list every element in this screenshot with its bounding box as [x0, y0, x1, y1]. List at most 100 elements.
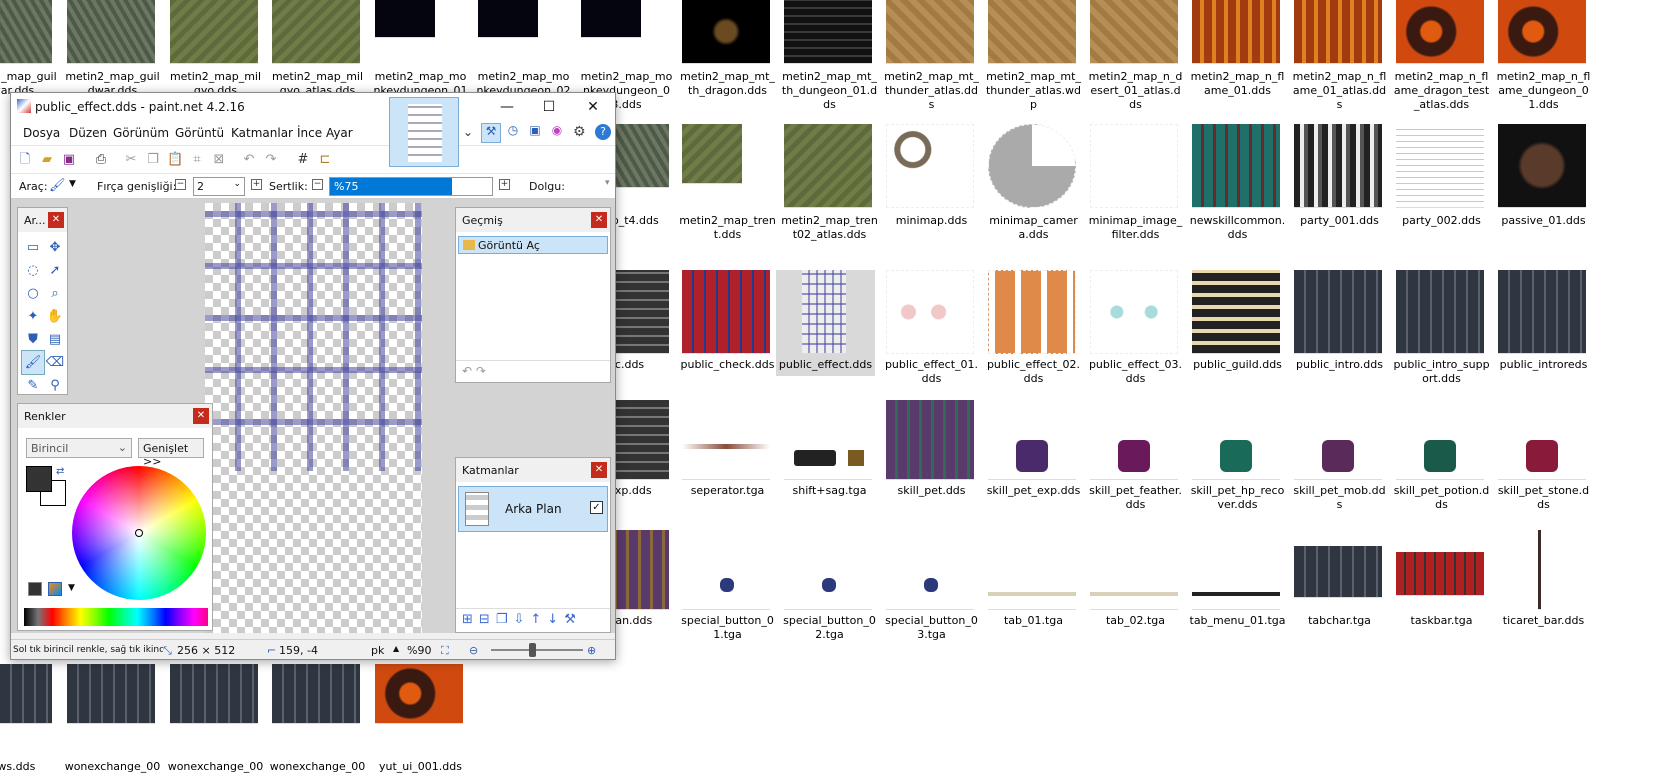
file-tile[interactable]: passive_01.dds — [1494, 124, 1593, 250]
menu-file[interactable]: Dosya — [23, 126, 60, 140]
merge-layer-icon[interactable]: ⇩ — [513, 612, 530, 627]
history-panel-header[interactable]: Geçmiş ✕ — [456, 208, 610, 232]
file-tile[interactable]: minimap_image_filter.dds — [1086, 124, 1185, 250]
file-tile[interactable]: skill_pet_stone.dds — [1494, 400, 1593, 511]
gear-icon[interactable]: ⚙ — [573, 124, 586, 140]
file-tile[interactable]: metin2_map_monkeydungeon_01 — [371, 0, 470, 97]
file-tile[interactable]: tab_01.tga — [984, 530, 1083, 634]
chevron-down-icon[interactable]: ▼ — [69, 179, 76, 189]
color-mode-select[interactable]: Birincil ⌄ — [26, 438, 132, 458]
file-tile[interactable]: party_001.dds — [1290, 124, 1389, 250]
grid-icon[interactable]: # — [295, 152, 311, 168]
file-tile[interactable]: taskbar.tga — [1392, 530, 1491, 634]
file-tile[interactable]: newskillcommon.dds — [1188, 124, 1287, 250]
file-tile[interactable]: metin2_map_milgyo_atlas.dds — [268, 0, 367, 97]
image-tab-thumbnail[interactable] — [389, 97, 459, 167]
file-tile[interactable]: tab_02.tga — [1086, 530, 1185, 634]
history-toggle-icon[interactable]: ◷ — [503, 123, 523, 143]
file-tile[interactable]: skill_pet_exp.dds — [984, 400, 1083, 510]
file-tile[interactable]: metin2_map_mt_thunder_atlas.dds — [882, 0, 981, 118]
menu-layers[interactable]: Katmanlar — [231, 126, 293, 140]
zoom-out-icon[interactable]: ⊖ — [469, 644, 478, 657]
tools-toggle-icon[interactable]: ⚒ — [481, 123, 501, 143]
close-button[interactable]: ✕ — [573, 95, 613, 119]
hardness-slider[interactable]: %75 — [329, 177, 493, 196]
zoom-icon[interactable]: ⌕ — [44, 282, 66, 305]
palette-icon[interactable] — [48, 582, 62, 596]
ruler-icon[interactable]: ⊏ — [317, 152, 333, 168]
chevron-down-icon[interactable]: ⌄ — [463, 125, 473, 139]
file-tile[interactable]: tab_menu_01.tga — [1188, 530, 1287, 634]
file-tile[interactable]: dows.dds — [0, 664, 59, 779]
chevron-down-icon[interactable]: ▼ — [68, 583, 75, 593]
file-tile[interactable]: metin2_map_guildwar.dds — [0, 0, 59, 97]
file-tile[interactable]: special_button_03.tga — [882, 530, 981, 641]
file-tile[interactable]: seperator.tga — [678, 400, 777, 510]
file-tile[interactable]: public_check.dds — [678, 270, 777, 390]
chevron-up-icon[interactable]: ▲ — [393, 644, 399, 653]
lasso-select-icon[interactable]: ◌ — [22, 259, 44, 282]
zoom-fit-icon[interactable]: ⛶ — [441, 644, 449, 658]
file-tile[interactable]: public_effect_02.dds — [984, 270, 1083, 390]
file-tile[interactable]: public_effect_03.dds — [1086, 270, 1185, 390]
brush-width-decrease[interactable]: − — [175, 179, 186, 190]
close-icon[interactable]: ✕ — [193, 408, 209, 424]
move-selection-icon[interactable]: ✥ — [44, 236, 66, 259]
expand-button[interactable]: Genişlet >> — [138, 438, 204, 468]
colors-panel-header[interactable]: Renkler ✕ — [18, 404, 212, 428]
redo-icon[interactable]: ↷ — [263, 152, 279, 168]
crop-icon[interactable]: ⌗ — [189, 152, 205, 168]
save-icon[interactable]: ▣ — [61, 152, 77, 168]
file-tile[interactable]: metin2_map_mt_thunder_atlas.wdp — [984, 0, 1083, 118]
close-icon[interactable]: ✕ — [48, 212, 64, 228]
deselect-icon[interactable]: ⊠ — [211, 152, 227, 168]
file-tile[interactable]: metin2_map_mt_th_dungeon_01.dds — [780, 0, 879, 118]
file-tile[interactable]: metin2_map_milgyo.dds — [166, 0, 265, 97]
file-tile[interactable]: public_effect_01.dds — [882, 270, 981, 390]
file-tile-selected[interactable]: public_effect.dds — [776, 270, 875, 376]
units-select[interactable]: pk — [371, 644, 384, 657]
file-tile[interactable]: ticaret_bar.dds — [1494, 530, 1593, 634]
file-tile[interactable]: metin2_map_n_desert_01_atlas.dds — [1086, 0, 1185, 118]
pan-icon[interactable]: ✋ — [44, 305, 66, 328]
close-icon[interactable]: ✕ — [591, 212, 607, 228]
paste-icon[interactable]: 📋 — [167, 152, 183, 168]
hardness-decrease[interactable]: − — [312, 179, 323, 190]
file-tile[interactable]: skill_pet_potion.dds — [1392, 400, 1491, 511]
layer-visibility-checkbox[interactable]: ✓ — [590, 501, 603, 514]
hardness-increase[interactable]: + — [499, 179, 510, 190]
file-tile[interactable]: yut_ui_001.dds — [371, 664, 470, 779]
move-layer-down-icon[interactable]: ↓ — [547, 612, 564, 627]
file-tile[interactable]: wonexchange_00 — [268, 664, 367, 779]
file-tile[interactable]: skill_pet.dds — [882, 400, 981, 510]
menu-edit[interactable]: Düzen — [69, 126, 107, 140]
paintbrush-icon[interactable]: 🖌 — [49, 178, 66, 193]
help-icon[interactable]: ? — [595, 124, 611, 140]
primary-color-swatch[interactable] — [26, 466, 52, 492]
file-tile[interactable]: public_introreds — [1494, 270, 1593, 390]
file-tile[interactable]: wonexchange_00 — [63, 664, 162, 779]
file-tile[interactable]: special_button_02.tga — [780, 530, 879, 641]
cut-icon[interactable]: ✂ — [123, 152, 139, 168]
swap-colors-icon[interactable]: ⇄ — [56, 466, 64, 477]
file-tile[interactable]: public_guild.dds — [1188, 270, 1287, 390]
color-wheel[interactable] — [72, 466, 206, 600]
file-tile[interactable]: public_intro.dds — [1290, 270, 1389, 390]
paint-bucket-icon[interactable]: ⛊ — [22, 328, 44, 351]
layers-toggle-icon[interactable]: ▣ — [525, 123, 545, 143]
eraser-icon[interactable]: ⌫ — [44, 351, 66, 374]
file-tile[interactable]: skill_pet_mob.dds — [1290, 400, 1389, 511]
file-tile[interactable]: minimap.dds — [882, 124, 981, 250]
overflow-icon[interactable]: ▾ — [605, 178, 610, 188]
delete-layer-icon[interactable]: ⊟ — [479, 612, 496, 627]
add-layer-icon[interactable]: ⊞ — [462, 612, 479, 627]
pencil-icon[interactable]: ✎ — [22, 374, 44, 397]
gradient-icon[interactable]: ▤ — [44, 328, 66, 351]
zoom-in-icon[interactable]: ⊕ — [587, 644, 596, 657]
menu-view[interactable]: Görünüm — [113, 126, 169, 140]
file-tile[interactable]: metin2_map_n_flame_dungeon_01.dds — [1494, 0, 1593, 118]
file-tile[interactable]: metin2_map_monkeydungeon_02 — [474, 0, 573, 97]
close-icon[interactable]: ✕ — [591, 462, 607, 478]
file-tile[interactable]: metin2_map_mt_th_dragon.dds — [678, 0, 777, 100]
file-tile[interactable]: metin2_map_guildwar.dds — [63, 0, 162, 97]
